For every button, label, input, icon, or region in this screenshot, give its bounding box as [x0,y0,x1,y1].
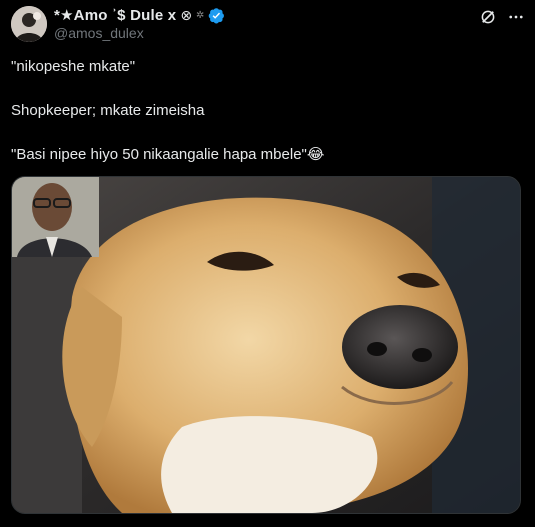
tweet-text-line: Shopkeeper; mkate zimeisha [11,102,205,119]
tweet-card: *★Amo ʾ$ Dule x ⊗ ✲ @amos_dulex "nikopes… [0,0,535,527]
author-handle[interactable]: @amos_dulex [54,25,144,41]
avatar[interactable] [11,6,47,42]
grok-button[interactable] [477,6,499,28]
spider-icon: ✲ [196,9,205,21]
tweet-text-line: "nikopeshe mkate" [11,58,136,75]
circle-x-icon: ⊗ [180,6,193,23]
more-options-icon [509,15,523,19]
author-name-row: *★Amo ʾ$ Dule x ⊗ ✲ [54,5,225,25]
author-display-name[interactable]: *★Amo ʾ$ Dule x [54,6,176,24]
grok-icon [481,10,495,24]
more-options-button[interactable] [505,6,527,28]
verified-badge-icon [209,7,225,23]
man-glasses-inset-icon [12,177,99,257]
profile-photo-icon [11,6,47,42]
meme-image-dog-smug-icon [12,177,520,513]
tweet-top-actions [477,6,527,28]
tweet-text-line: "Basi nipee hiyo 50 nikaangalie hapa mbe… [11,146,325,163]
tweet-media-image[interactable] [11,176,521,514]
